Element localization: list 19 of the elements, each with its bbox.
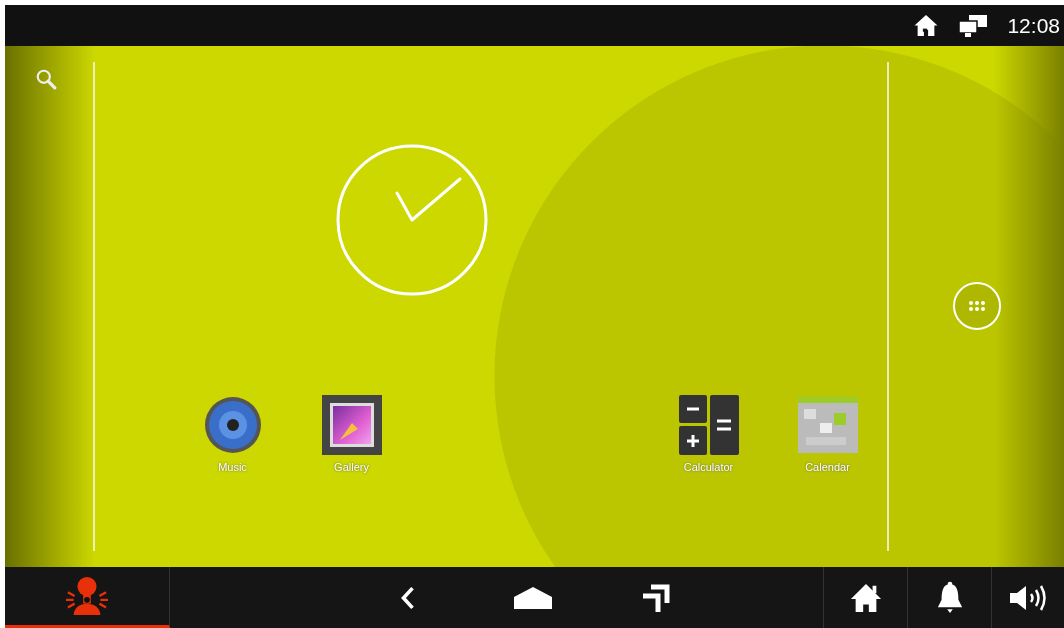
alarm-person-icon [63,575,111,617]
app-label[interactable]: Music [218,461,247,473]
clock-time: 12:08 [1007,13,1060,38]
search-icon[interactable] [35,68,57,90]
alert-tab[interactable] [5,567,170,628]
back-icon[interactable] [399,584,417,611]
app-label[interactable]: Calendar [805,461,850,473]
picture-frame-icon[interactable] [321,395,382,455]
calculator-icon[interactable] [678,395,739,455]
app-label[interactable]: Gallery [334,461,369,473]
monitors-icon [957,13,990,38]
app-label[interactable]: Calculator [683,461,734,473]
home-icon[interactable] [848,581,883,614]
home-icon [913,14,940,37]
home-icon[interactable] [513,585,553,610]
speaker-icon[interactable] [202,395,263,455]
recent-apps-icon[interactable] [641,582,671,613]
grid-dots-icon [967,300,986,312]
bell-icon[interactable] [935,580,964,615]
